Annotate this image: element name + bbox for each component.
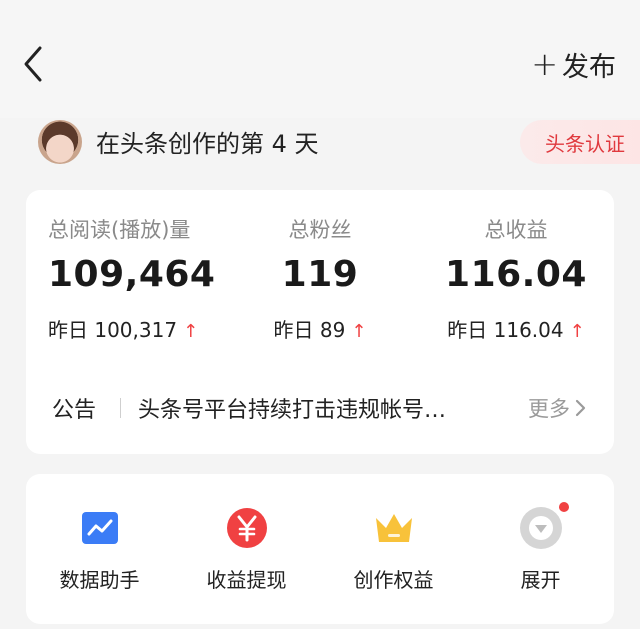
publish-label: 发布 [562,51,616,83]
tool-label: 收益提现 [206,568,287,592]
stat-total-views[interactable]: 总阅读(播放)量 109,464 昨日 100,317 ↑ [26,190,222,350]
stat-yesterday: 昨日 100,317 ↑ [26,314,222,343]
top-navigation-bar: + 发布 [0,0,640,118]
expand-icon [519,507,562,549]
stat-label: 总阅读(播放)量 [48,218,191,242]
avatar[interactable] [38,120,82,164]
arrow-up-icon: ↑ [183,321,199,342]
stat-total-fans[interactable]: 总粉丝 119 昨日 89 ↑ [222,190,418,350]
stats-card: 总阅读(播放)量 109,464 昨日 100,317 ↑ 总粉丝 119 昨日 … [26,190,614,454]
stat-label: 总粉丝 [288,218,352,242]
expand-icon-wrap [519,500,571,550]
notification-dot [556,500,571,514]
arrow-up-icon: ↑ [569,321,585,342]
stat-yesterday-text: 昨日 100,317 [48,318,178,342]
yuan-icon [226,508,267,548]
publish-button[interactable]: + 发布 [531,44,616,84]
chevron-right-icon [575,399,586,417]
arrow-up-icon: ↑ [351,321,367,342]
more-label: 更多 [528,397,570,421]
announcement-bar[interactable]: 公告 头条号平台持续打击违规帐号… 更多 [26,386,614,430]
stat-value: 116.04 [445,254,587,295]
tool-label: 展开 [520,568,561,592]
back-button[interactable] [18,44,52,84]
stat-yesterday: 昨日 89 ↑ [222,314,418,343]
stat-yesterday-text: 昨日 116.04 [447,318,564,342]
tool-income-withdraw[interactable]: 收益提现 [173,474,320,624]
plus-icon: + [531,45,558,83]
chevron-left-icon [24,46,42,82]
tool-label: 创作权益 [353,568,434,592]
stat-value: 109,464 [48,254,216,295]
creation-days-title: 在头条创作的第 4 天 [96,130,319,158]
tool-data-assistant[interactable]: 数据助手 [26,474,173,624]
announcement-more-link[interactable]: 更多 [528,393,586,423]
tool-label: 数据助手 [59,568,140,592]
tool-creator-rights[interactable]: 创作权益 [320,474,467,624]
verification-badge[interactable]: 头条认证 [520,120,640,164]
stats-row: 总阅读(播放)量 109,464 昨日 100,317 ↑ 总粉丝 119 昨日 … [26,190,614,350]
creator-profile-row: 在头条创作的第 4 天 头条认证 [0,118,640,172]
tool-expand[interactable]: 展开 [467,474,614,624]
chart-icon [81,512,118,544]
stat-label: 总收益 [484,218,548,242]
tools-card: 数据助手 收益提现 创作权益 展开 [26,474,614,624]
announcement-tag: 公告 [52,398,97,423]
stat-total-income[interactable]: 总收益 116.04 昨日 116.04 ↑ [418,190,614,350]
crown-icon [375,514,412,542]
stat-yesterday-text: 昨日 89 [273,318,346,342]
stat-value: 119 [281,254,359,295]
stat-yesterday: 昨日 116.04 ↑ [418,314,614,343]
announcement-text[interactable]: 头条号平台持续打击违规帐号… [138,392,478,424]
announcement-divider [120,398,121,418]
